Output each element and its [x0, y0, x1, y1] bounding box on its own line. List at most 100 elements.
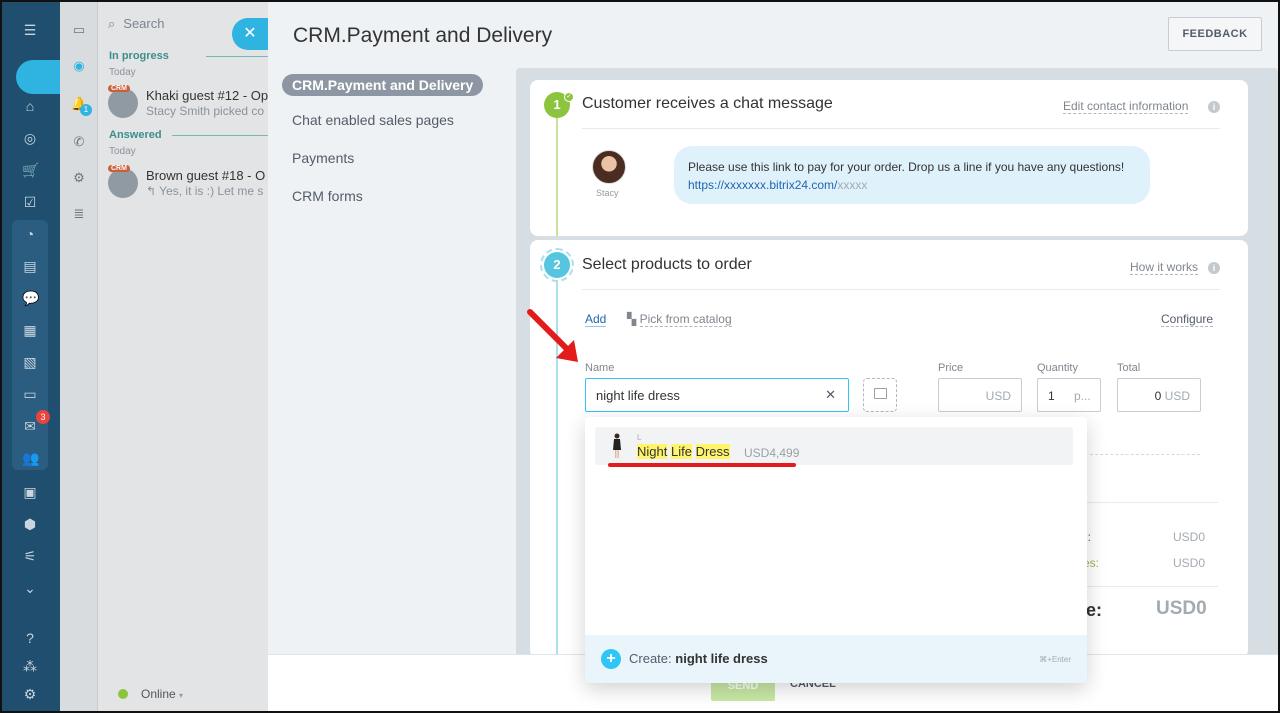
day-label: Today: [109, 146, 136, 157]
divider: [1070, 502, 1218, 503]
crm-tag: CRM: [108, 85, 130, 92]
open-lines-icon[interactable]: ◉: [71, 58, 87, 74]
agent-avatar: [592, 150, 626, 184]
feedback-button[interactable]: FEEDBACK: [1168, 17, 1262, 51]
gear-icon[interactable]: ⚙: [22, 686, 38, 702]
result-name: Night Life Dress: [637, 444, 730, 459]
more-icon[interactable]: ⌄: [22, 580, 38, 596]
notifications-badge: 1: [80, 104, 92, 116]
search-result-item[interactable]: L Night Life Dress USD4,499: [595, 427, 1073, 465]
agent-name: Stacy: [596, 188, 619, 198]
chat-message-bubble: Please use this link to pay for your ord…: [674, 146, 1150, 204]
divider: [1070, 586, 1218, 587]
page-title: CRM.Payment and Delivery: [293, 24, 553, 47]
nav-item-sales-pages[interactable]: Chat enabled sales pages: [282, 109, 483, 131]
image-icon: [874, 388, 887, 399]
taxes-value: USD0: [1173, 556, 1206, 570]
step-1-card: 1 ✓ Customer receives a chat message Edi…: [530, 80, 1248, 236]
messages-icon[interactable]: ▭: [71, 22, 87, 38]
employees-icon[interactable]: 👥: [22, 450, 39, 466]
nav-item-payment-delivery[interactable]: CRM.Payment and Delivery: [282, 74, 484, 96]
product-search-dropdown: L Night Life Dress USD4,499 + Create: ni…: [585, 417, 1087, 683]
status-selector[interactable]: Online ▾: [98, 674, 268, 713]
close-slider-button[interactable]: ✕: [232, 18, 268, 50]
sitemap-icon[interactable]: ⁂: [22, 658, 38, 674]
phone-icon[interactable]: ✆: [71, 134, 87, 150]
settings-nav: CRM.Payment and Delivery Chat enabled sa…: [282, 74, 484, 223]
payment-link[interactable]: https://xxxxxxx.bitrix24.com/: [688, 178, 837, 192]
price-input[interactable]: USD: [938, 378, 1022, 412]
book-icon: ▚: [627, 312, 637, 326]
product-thumbnail: [613, 433, 621, 458]
product-name-input[interactable]: night life dress ✕: [585, 378, 849, 412]
col-total-label: Total: [1117, 362, 1141, 374]
how-it-works-link[interactable]: How it works: [1130, 260, 1199, 275]
quantity-input[interactable]: 1 p...: [1037, 378, 1101, 412]
avatar: [108, 88, 138, 118]
cart-icon[interactable]: 🛒: [22, 162, 39, 178]
result-caption: L: [637, 433, 642, 442]
drive-icon[interactable]: ▭: [22, 386, 38, 402]
pick-from-catalog-link[interactable]: ▚ Pick from catalog: [627, 312, 732, 327]
chat-item-title: Khaki guest #12 - Op: [146, 88, 268, 103]
crm-tag: CRM: [108, 165, 130, 172]
info-icon[interactable]: i: [1208, 262, 1220, 274]
section-answered: Answered: [109, 129, 162, 141]
mail-icon[interactable]: ✉: [22, 418, 38, 434]
menu-icon[interactable]: ☰: [22, 22, 38, 38]
avatar: [108, 168, 138, 198]
mail-badge: 3: [36, 410, 50, 424]
subtotal-value: USD0: [1173, 530, 1206, 544]
grand-total-label: e:: [1086, 600, 1103, 620]
chat-item-preview: ↰ Yes, it is :) Let me s: [146, 184, 264, 198]
chat-item-preview: Stacy Smith picked co: [146, 104, 265, 118]
divider: [172, 135, 268, 136]
check-icon: ✓: [564, 92, 574, 102]
close-icon: ✕: [243, 25, 257, 42]
chat-search[interactable]: ⌕ Search: [108, 16, 164, 32]
col-price-label: Price: [938, 362, 964, 374]
section-in-progress: In progress: [109, 50, 169, 62]
calendar-icon[interactable]: ▦: [22, 322, 38, 338]
docs-icon[interactable]: ▧: [22, 354, 38, 370]
chat-list: ⌕ Search In progress Today CRM Khaki gues…: [98, 0, 268, 713]
nav-item-payments[interactable]: Payments: [282, 147, 483, 169]
create-product-option[interactable]: + Create: night life dress ⌘+Enter: [585, 635, 1087, 683]
divider: [1090, 454, 1200, 455]
settings-sliders-icon[interactable]: ⚟: [22, 548, 38, 564]
box-icon[interactable]: ⬢: [22, 516, 38, 532]
divider: [582, 289, 1220, 290]
info-icon[interactable]: i: [1208, 101, 1220, 113]
step-1-title: Customer receives a chat message: [582, 95, 833, 112]
active-app-pill[interactable]: [16, 60, 60, 94]
product-image-upload[interactable]: [863, 378, 897, 412]
chat-item[interactable]: CRM Brown guest #18 - O ↰ Yes, it is :) …: [108, 165, 268, 204]
contact-center-icon[interactable]: ▣: [22, 484, 38, 500]
tasks-icon[interactable]: ☑: [22, 194, 38, 210]
edit-contact-link[interactable]: Edit contact information: [1063, 99, 1189, 114]
step-2-number: 2: [544, 252, 570, 278]
nav-item-crm-forms[interactable]: CRM forms: [282, 185, 483, 207]
status-label: Online ▾: [141, 687, 184, 701]
feed-icon[interactable]: ▤: [22, 258, 38, 274]
chat-item-title: Brown guest #18 - O: [146, 168, 266, 183]
online-status-dot: [118, 689, 128, 699]
total-input: 0 USD: [1117, 378, 1201, 412]
day-label: Today: [109, 67, 136, 78]
help-icon[interactable]: ?: [22, 630, 38, 646]
list-icon[interactable]: ≣: [71, 206, 87, 222]
divider: [206, 56, 268, 57]
chat-icon[interactable]: 💬: [22, 290, 39, 306]
crm-icon[interactable]: ◔: [22, 226, 38, 242]
plus-icon: +: [601, 649, 621, 669]
configure-link[interactable]: Configure: [1161, 312, 1214, 327]
home-icon[interactable]: ⌂: [22, 98, 38, 114]
chat-settings-icon[interactable]: ⚙: [71, 170, 87, 186]
chat-item[interactable]: CRM Khaki guest #12 - Op Stacy Smith pic…: [108, 85, 268, 124]
grand-total-value: USD0: [1156, 598, 1207, 619]
target-icon[interactable]: ◎: [22, 130, 38, 146]
clear-icon[interactable]: ✕: [825, 387, 836, 403]
search-icon: ⌕: [108, 16, 116, 31]
col-quantity-label: Quantity: [1037, 362, 1078, 374]
timeline-line: [556, 104, 558, 236]
